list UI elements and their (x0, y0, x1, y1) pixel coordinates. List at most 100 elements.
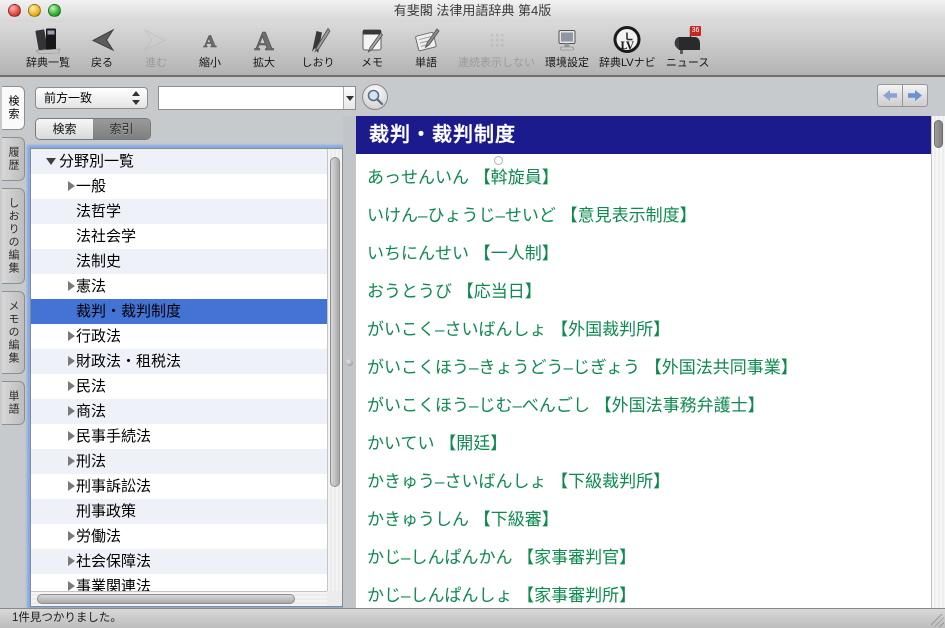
toolbar: 辞典一覧戻る進むA縮小A拡大しおりメモ単語連続表示しない環境設定LV辞典LVナビ… (0, 22, 945, 77)
arrow-right-icon (908, 90, 922, 101)
side-tab-1[interactable]: 検索 (2, 86, 25, 130)
combo-dropdown-button[interactable] (343, 87, 355, 109)
tree-row[interactable]: 社会保障法 (31, 549, 327, 574)
tree-row-label: 刑事訴訟法 (76, 474, 151, 499)
side-tab-3[interactable]: しおりの編集 (2, 188, 25, 284)
match-mode-popup[interactable]: 前方一致 (35, 87, 148, 109)
tree-row-label: 憲法 (76, 274, 106, 299)
tree-row-label: 商法 (76, 399, 106, 424)
tree-row[interactable]: 財政法・租税法 (31, 349, 327, 374)
entry-link[interactable]: かいてい 【開廷】 (367, 432, 931, 470)
side-tab-2[interactable]: 履歴 (2, 137, 25, 181)
magnifier-icon (366, 88, 384, 106)
title-bar[interactable]: 有斐閣 法律用語辞典 第4版 (0, 0, 945, 22)
entry-link[interactable]: かじ–しんぱんかん 【家事審判官】 (367, 546, 931, 584)
anchor-ring-icon (494, 156, 503, 165)
toolbar-button-back[interactable]: 戻る (80, 25, 124, 70)
tree-row-label: 刑法 (76, 449, 106, 474)
toolbar-button-no-continuous-display: 連続表示しない (458, 25, 535, 70)
tree-row[interactable]: 分野別一覧 (31, 149, 327, 174)
window-title: 有斐閣 法律用語辞典 第4版 (0, 0, 945, 22)
tree-hscroll-thumb[interactable] (37, 594, 295, 604)
toolbar-label-bookmark: しおり (302, 54, 335, 70)
side-tab-strip: 検索履歴しおりの編集メモの編集単語 (0, 79, 30, 608)
page-forward-button[interactable] (903, 84, 928, 107)
page-back-button[interactable] (877, 84, 903, 107)
toolbar-button-enlarge-text[interactable]: A拡大 (242, 25, 286, 70)
tree-row-label: 民事手続法 (76, 424, 151, 449)
small-a-icon: A (195, 25, 225, 55)
search-button[interactable] (362, 84, 388, 110)
toolbar-button-preferences[interactable]: 環境設定 (545, 25, 589, 70)
article-scrollbar[interactable] (931, 116, 945, 608)
dots-grid-icon (482, 25, 512, 55)
entry-link[interactable]: いけん–ひょうじ–せいど 【意見表示制度】 (367, 204, 931, 242)
toolbar-button-shrink-text[interactable]: A縮小 (188, 25, 232, 70)
tree-row[interactable]: 裁判・裁判制度 (31, 299, 327, 324)
entry-link[interactable]: かきゅう–さいばんしょ 【下級裁判所】 (367, 470, 931, 508)
toolbar-button-news[interactable]: ニュース36 (666, 25, 710, 70)
toolbar-button-bookmark[interactable]: しおり (296, 25, 340, 70)
tree-row[interactable]: 民事手続法 (31, 424, 327, 449)
tree-vertical-scrollbar[interactable] (327, 149, 342, 591)
resize-grip[interactable] (931, 614, 944, 627)
panel-splitter[interactable] (343, 116, 356, 608)
entry-link[interactable]: がいこくほう–じむ–べんごし 【外国法事務弁護士】 (367, 394, 931, 432)
forward-arrow-icon (141, 25, 171, 55)
tree-row[interactable]: 法社会学 (31, 224, 327, 249)
tree-row[interactable]: 労働法 (31, 524, 327, 549)
status-message: 1件見つかりました。 (12, 612, 122, 624)
tree-row-label: 法制史 (76, 249, 121, 274)
tree-row[interactable]: 法制史 (31, 249, 327, 274)
tree-row[interactable]: 民法 (31, 374, 327, 399)
tree-row[interactable]: 行政法 (31, 324, 327, 349)
tree-row[interactable]: 刑事政策 (31, 499, 327, 524)
entry-link[interactable]: がいこく–さいばんしょ 【外国裁判所】 (367, 318, 931, 356)
toolbar-button-dictionary-list[interactable]: 辞典一覧 (26, 25, 70, 70)
toolbar-label-memo: メモ (361, 54, 383, 70)
segment-2[interactable]: 索引 (93, 119, 150, 139)
entry-link[interactable]: いちにんせい 【一人制】 (367, 242, 931, 280)
popup-stepper-icon (132, 91, 141, 105)
entry-list: あっせんいん 【斡旋員】いけん–ひょうじ–せいど 【意見表示制度】いちにんせい … (356, 154, 931, 608)
search-combo (158, 86, 356, 110)
tree-row[interactable]: 刑法 (31, 449, 327, 474)
tree-vscroll-thumb[interactable] (330, 157, 340, 487)
large-a-icon: A (249, 25, 279, 55)
disclosure-expanded-icon[interactable] (45, 149, 57, 174)
entry-link[interactable]: あっせんいん 【斡旋員】 (367, 166, 931, 204)
svg-text:A: A (203, 32, 217, 51)
tree-row-label: 法哲学 (76, 199, 121, 224)
tree-row-label: 民法 (76, 374, 106, 399)
tree-row[interactable]: 事業関連法 (31, 574, 327, 591)
toolbar-label-dictionary-list: 辞典一覧 (26, 54, 70, 70)
toolbar-button-memo[interactable]: メモ (350, 25, 394, 70)
toolbar-label-forward: 進む (145, 54, 167, 70)
side-tab-5[interactable]: 単語 (2, 381, 25, 425)
article-scroll-thumb[interactable] (934, 120, 943, 148)
search-input[interactable] (159, 87, 343, 109)
tree-row-label: 分野別一覧 (59, 149, 134, 174)
toolbar-label-enlarge-text: 拡大 (253, 54, 275, 70)
search-index-segmented-control: 検索索引 (35, 118, 151, 140)
entry-link[interactable]: がいこくほう–きょうどう–じぎょう 【外国法共同事業】 (367, 356, 931, 394)
tree-row[interactable]: 憲法 (31, 274, 327, 299)
tree-row-label: 一般 (76, 174, 106, 199)
side-tab-4[interactable]: メモの編集 (2, 291, 25, 374)
tree-row[interactable]: 刑事訴訟法 (31, 474, 327, 499)
tree-horizontal-scrollbar[interactable] (31, 591, 327, 606)
status-bar: 1件見つかりました。 (0, 608, 945, 628)
toolbar-button-word[interactable]: 単語 (404, 25, 448, 70)
toolbar-label-lv-navi: 辞典LVナビ (599, 54, 656, 70)
segment-1[interactable]: 検索 (36, 119, 93, 139)
tree-row[interactable]: 法哲学 (31, 199, 327, 224)
entry-link[interactable]: かきゅうしん 【下級審】 (367, 508, 931, 546)
toolbar-button-lv-navi[interactable]: LV辞典LVナビ (599, 25, 656, 70)
tree-row-label: 財政法・租税法 (76, 349, 181, 374)
tree-row[interactable]: 一般 (31, 174, 327, 199)
tree-row[interactable]: 商法 (31, 399, 327, 424)
entry-link[interactable]: おうとうび 【応当日】 (367, 280, 931, 318)
entry-link[interactable]: かじ–しんぱんしょ 【家事審判所】 (367, 584, 931, 608)
books-icon (33, 25, 63, 55)
toolbar-label-news: ニュース (666, 54, 709, 70)
